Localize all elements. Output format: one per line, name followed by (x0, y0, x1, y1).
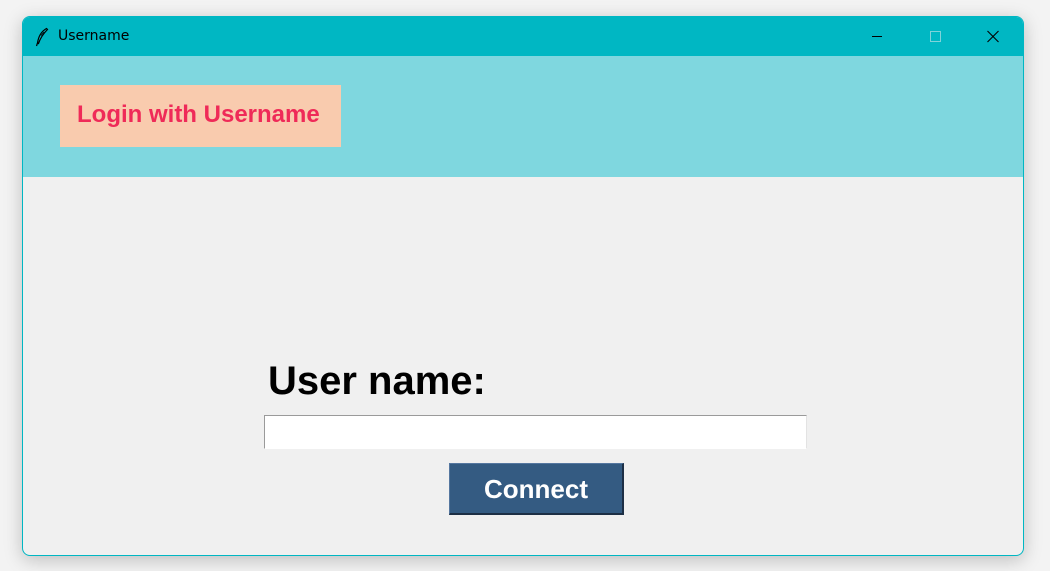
close-icon (987, 30, 999, 43)
close-button[interactable] (964, 17, 1022, 56)
maximize-icon (930, 31, 941, 42)
username-input[interactable] (264, 415, 807, 449)
maximize-button[interactable] (906, 17, 964, 56)
username-label: User name: (268, 359, 486, 403)
window-title: Username (58, 28, 130, 44)
minimize-icon (872, 36, 882, 37)
page-title: Login with Username (77, 101, 320, 128)
feather-icon (35, 27, 49, 47)
minimize-button[interactable] (848, 17, 906, 56)
app-window: Username Login with Username User name: … (22, 16, 1024, 556)
page-title-badge: Login with Username (60, 85, 341, 147)
title-bar[interactable]: Username (23, 17, 1023, 56)
connect-button[interactable]: Connect (449, 463, 624, 515)
header-banner: Login with Username (23, 56, 1023, 177)
